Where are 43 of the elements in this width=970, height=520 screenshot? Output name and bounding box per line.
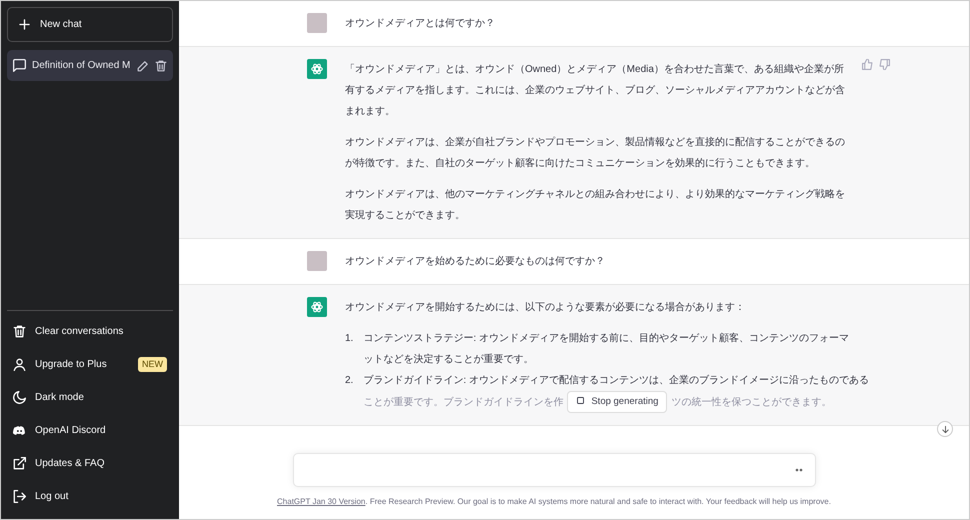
chat-history-item[interactable]: Definition of Owned M xyxy=(7,50,173,81)
stop-generating-button[interactable]: Stop generating xyxy=(567,391,668,413)
chat-bubble-icon xyxy=(13,59,26,72)
trash-icon xyxy=(13,324,26,338)
trash-icon xyxy=(155,60,167,72)
list-item-text: コンテンツストラテジー: オウンドメディアを開始する前に、目的やターゲット顧客、コンテンツのフォーマットなどを決定することが重要です。 xyxy=(363,332,850,367)
message-text: オウンドメディアとは何ですか？ xyxy=(345,17,496,31)
user-icon xyxy=(13,358,26,371)
list-number: 2. xyxy=(345,374,354,388)
list-item-text: ことが重要です。ブランドガイドラインを作 xyxy=(363,396,564,410)
typing-dots-icon xyxy=(794,468,802,472)
message-text: オウンドメディアを始めるために必要なものは何ですか？ xyxy=(345,254,606,269)
version-link[interactable]: ChatGPT Jan 30 Version xyxy=(277,497,366,506)
game-controller-icon xyxy=(13,424,26,437)
message-text: オウンドメディアは、企業が自社ブランドやプロモーション、製品情報などを直接的に配信することができるのが特徴です。また、自社のターゲット顧客に向けたコミュニケーションを効果的に行うこともできます。 xyxy=(345,136,846,171)
sidebar-menu-item[interactable]: Log out xyxy=(7,480,173,513)
scroll-down-button[interactable] xyxy=(937,421,953,437)
logout-icon xyxy=(13,490,26,503)
external-link-icon xyxy=(13,457,26,470)
sidebar-menu-item[interactable]: Clear conversations xyxy=(7,314,173,348)
list-item-text: ブランドガイドライン: オウンドメディアで配信するコンテンツは、企業のブランドイメージに沿ったものである xyxy=(363,374,869,388)
stop-square-icon xyxy=(576,396,586,405)
sidebar-menu-item[interactable]: OpenAI Discord xyxy=(7,414,173,447)
message-text: オウンドメディアは、他のマーケティングチャネルとの組み合わせにより、より効果的なマーケティング戦略を実現することができます。 xyxy=(345,188,846,223)
thumbs-down-icon xyxy=(879,59,890,70)
new-chat-button[interactable]: New chat xyxy=(7,7,173,42)
message-input-field[interactable] xyxy=(292,453,816,487)
sidebar-menu-item[interactable]: Upgrade to Plus NEW xyxy=(7,348,173,381)
thumbs-up-icon xyxy=(862,59,873,70)
user-avatar-placeholder xyxy=(307,251,327,271)
arrow-down-icon xyxy=(940,424,950,434)
moon-icon xyxy=(13,391,26,404)
list-number: 1. xyxy=(345,332,354,346)
new-tag: NEW xyxy=(138,356,167,372)
message-text: 「オウンドメディア」とは、オウンド（Owned）とメディア（Media）を合わせた言葉で、ある組織や企業が所有するメディアを指します。これには、企業のウェブサイト、ブログ、ソーシャルメディアアカウントなどが含まれます。 xyxy=(345,62,846,119)
pencil-icon xyxy=(137,60,149,72)
message-text: オウンドメディアを開始するためには、以下のような要素が必要になる場合があります： xyxy=(345,300,746,315)
list-item-text: ツの統一性を保つことができます。 xyxy=(671,396,832,410)
sidebar-menu-item[interactable]: Updates & FAQ xyxy=(7,447,173,480)
footer-text: ChatGPT Jan 30 Version. Free Research Preview. Our goal is to make AI systems more natural and safe to interact with. Your feedback will help us improve. xyxy=(277,496,831,508)
sidebar-menu-item[interactable]: Dark mode xyxy=(7,381,173,414)
plus-icon xyxy=(18,18,31,31)
user-avatar-placeholder xyxy=(307,13,327,33)
